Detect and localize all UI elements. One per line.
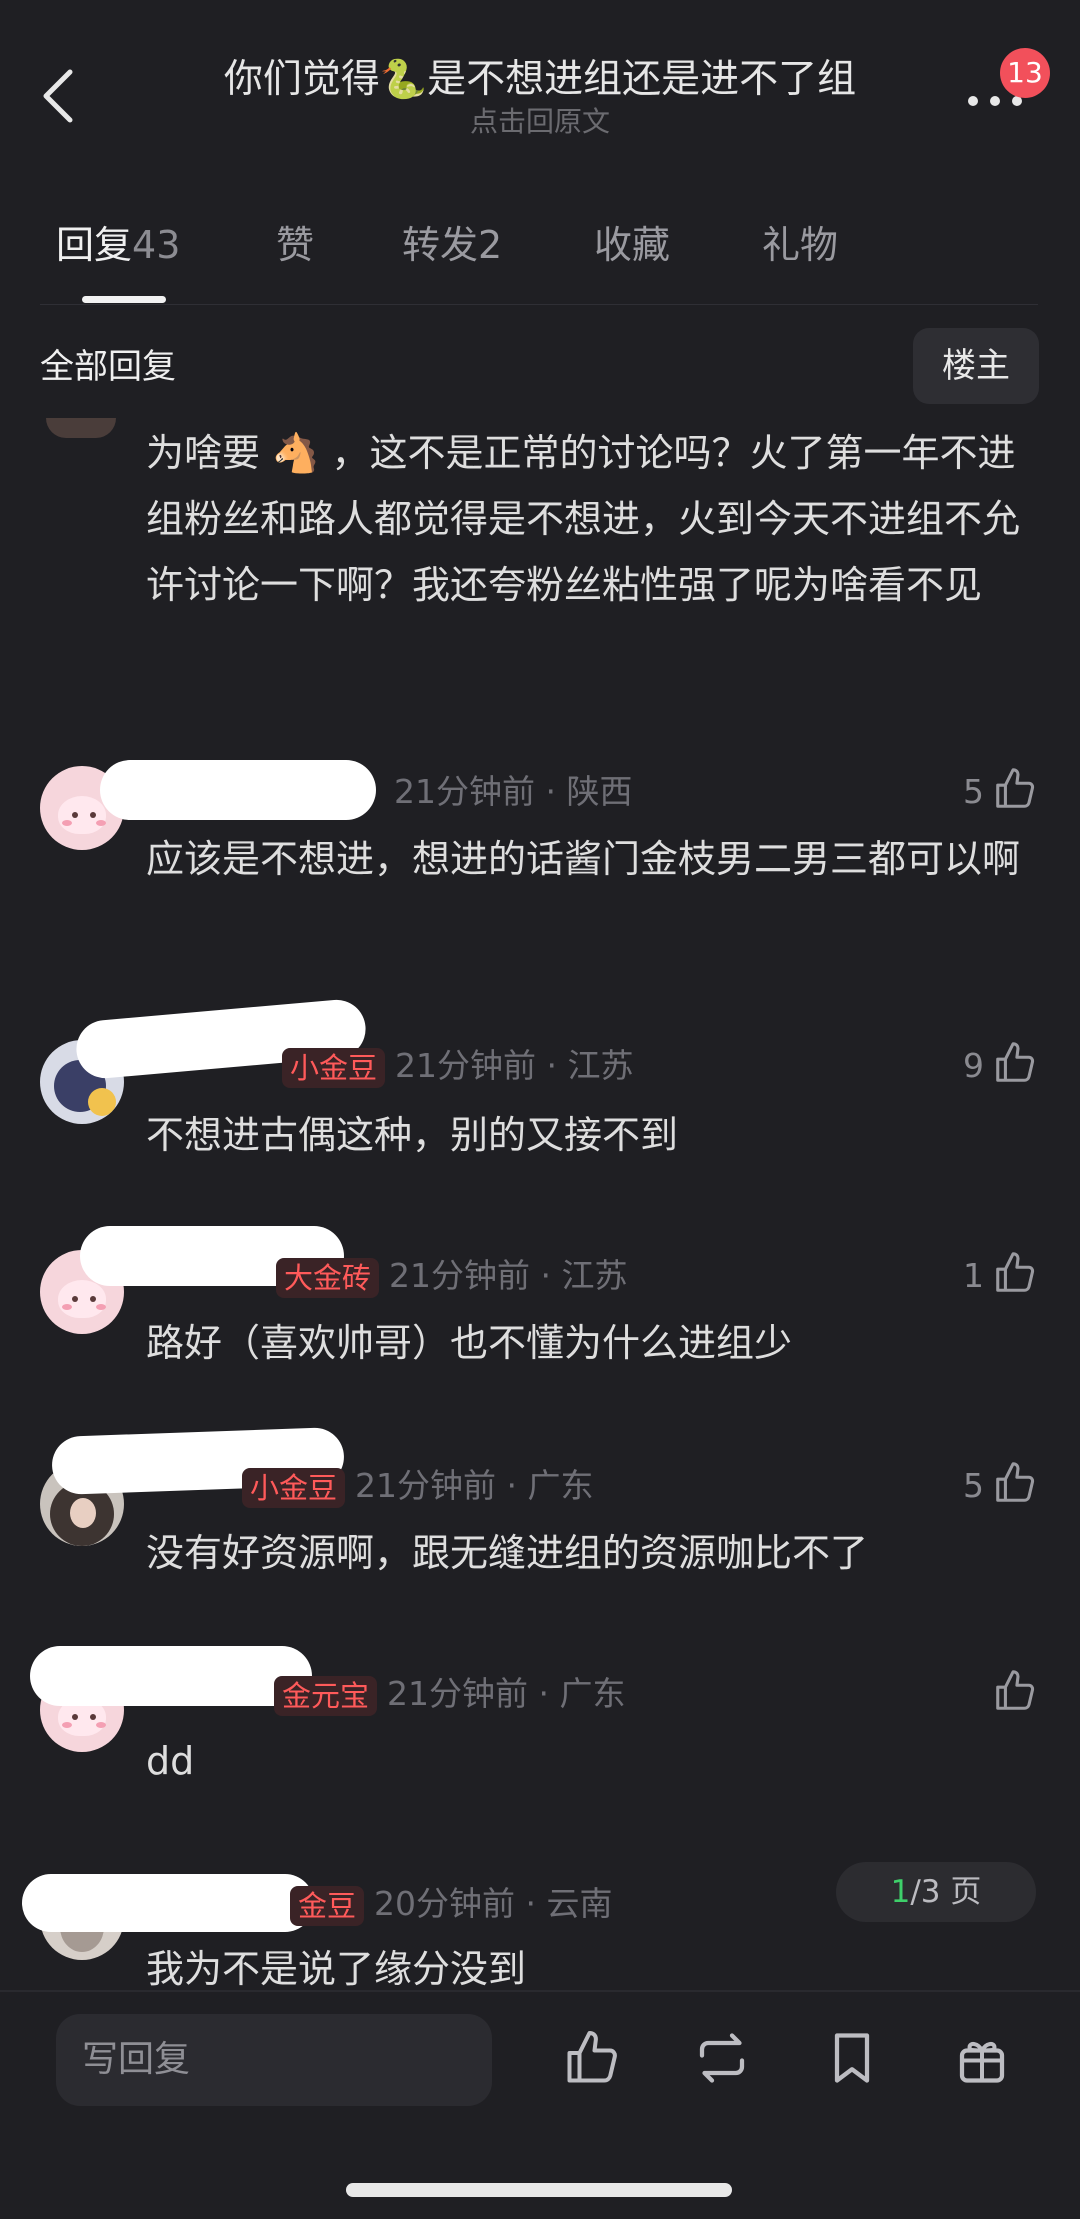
tab-label: 回复: [56, 223, 133, 267]
tab-count: 43: [132, 223, 181, 267]
thumb-up-icon[interactable]: [562, 2028, 622, 2088]
reply-input[interactable]: 写回复: [56, 2014, 492, 2106]
user-tag: 金豆: [290, 1885, 365, 1926]
tab-label: 礼物: [762, 223, 839, 267]
thumb-up-icon[interactable]: [992, 766, 1038, 812]
home-indicator[interactable]: [346, 2183, 732, 2197]
like-count: 5: [963, 1466, 984, 1505]
tab-replies[interactable]: 回复43: [56, 220, 180, 270]
comment-meta: 21分钟前 · 陕西: [394, 772, 633, 811]
thumb-up-icon[interactable]: [992, 1040, 1038, 1086]
redacted-username: [100, 760, 376, 820]
user-tag: 小金豆: [242, 1467, 346, 1508]
thumb-up-icon[interactable]: [992, 1668, 1038, 1714]
comment-meta: 小金豆 21分钟前 · 江苏: [282, 1044, 633, 1088]
user-tag: 大金砖: [276, 1257, 380, 1298]
user-tag: 小金豆: [282, 1047, 386, 1088]
snake-emoji: 🐍: [379, 57, 428, 101]
total-pages: /3 页: [910, 1874, 982, 1910]
bottom-divider: [0, 1990, 1080, 1992]
page-indicator[interactable]: 1/3 页: [836, 1862, 1036, 1922]
comment-meta: 金元宝 21分钟前 · 广东: [274, 1672, 625, 1716]
tab-count: 2: [478, 223, 503, 267]
horse-emoji: 🐴: [272, 431, 320, 475]
like-count: 5: [963, 772, 984, 811]
tab-gifts[interactable]: 礼物: [762, 220, 838, 270]
user-tag: 金元宝: [274, 1675, 378, 1716]
repost-icon[interactable]: [692, 2028, 752, 2088]
tab-favorites[interactable]: 收藏: [594, 220, 670, 270]
comment-meta: 小金豆 21分钟前 · 广东: [242, 1464, 593, 1508]
comment-text: 应该是不想进，想进的话酱门金枝男二男三都可以啊: [146, 837, 1021, 881]
all-replies-label: 全部回复: [40, 347, 176, 387]
tab-reposts[interactable]: 转发2: [402, 220, 502, 270]
tab-label: 赞: [276, 223, 315, 267]
title-text-pre: 你们觉得: [223, 57, 380, 102]
comment-text: 路好（喜欢帅哥）也不懂为什么进组少: [146, 1321, 793, 1365]
title-text-post: 是不想进组还是进不了组: [427, 57, 857, 102]
comment-text: 不想进古偶这种，别的又接不到: [146, 1113, 679, 1157]
tab-label: 收藏: [594, 223, 671, 267]
bookmark-icon[interactable]: [822, 2028, 882, 2088]
comment-meta: 金豆 20分钟前 · 云南: [290, 1882, 612, 1926]
tab-divider: [40, 304, 1038, 305]
comment-meta: 大金砖 21分钟前 · 江苏: [276, 1254, 627, 1298]
comment-text: dd: [146, 1739, 195, 1783]
comment-text: 为啥要 🐴 ，这不是正常的讨论吗？火了第一年不进组粉丝和路人都觉得是不想进，火到…: [146, 431, 1021, 607]
op-only-button[interactable]: 楼主: [913, 328, 1039, 404]
active-tab-indicator: [82, 296, 166, 303]
avatar[interactable]: [46, 418, 116, 438]
thumb-up-icon[interactable]: [992, 1460, 1038, 1506]
like-count: 9: [963, 1046, 984, 1085]
current-page: 1: [890, 1874, 911, 1910]
tab-label: 转发: [402, 223, 479, 267]
like-count: 1: [963, 1256, 984, 1295]
tab-likes[interactable]: 赞: [276, 220, 314, 270]
notification-badge: 13: [1000, 48, 1050, 98]
back-to-original-link[interactable]: 点击回原文: [0, 104, 1080, 140]
gift-icon[interactable]: [952, 2028, 1012, 2088]
comment-text: 没有好资源啊，跟无缝进组的资源咖比不了: [146, 1531, 869, 1575]
redacted-username: [30, 1646, 312, 1706]
post-title[interactable]: 你们觉得🐍是不想进组还是进不了组: [0, 52, 1080, 107]
redacted-username: [22, 1874, 314, 1932]
thumb-up-icon[interactable]: [992, 1250, 1038, 1296]
